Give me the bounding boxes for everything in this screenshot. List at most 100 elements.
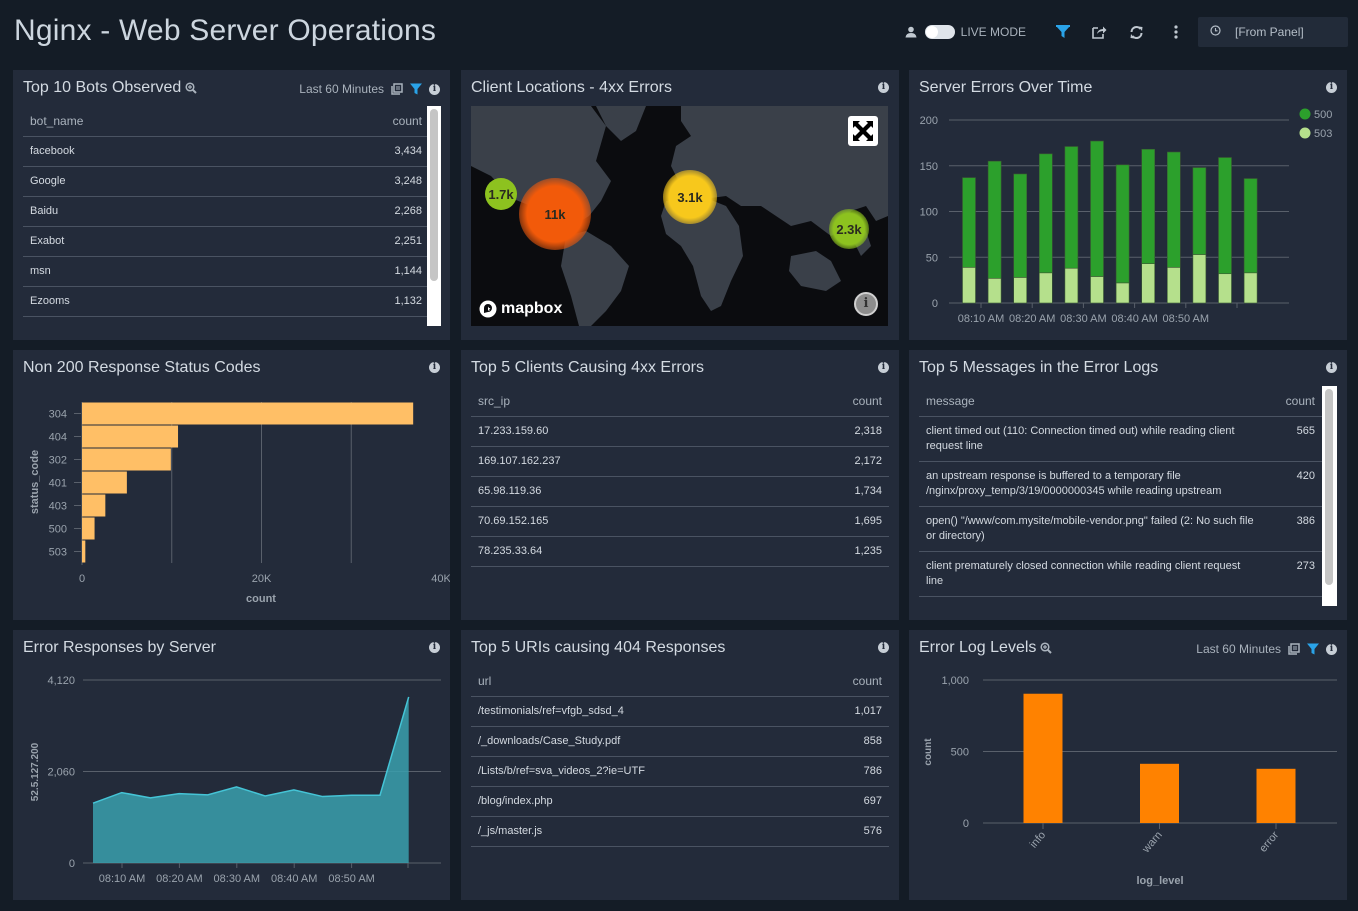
world-map[interactable]: 1.7k 11k 3.1k 2.3k mapbox i (471, 106, 888, 326)
mapbox-icon (479, 300, 497, 318)
more-vertical-icon[interactable] (1174, 25, 1178, 39)
y-tick-label: 404 (49, 432, 67, 444)
table-row[interactable]: /testimonials/ref=vfgb_sdsd_4 1,017 (471, 696, 889, 727)
cell-count: 1,144 (270, 256, 429, 287)
table-row[interactable]: an upstream response is buffered to a te… (919, 461, 1322, 507)
map-attribution-info-icon[interactable]: i (854, 292, 878, 316)
table-row[interactable]: 169.107.162.237 2,172 (471, 446, 889, 477)
info-icon[interactable]: i (429, 83, 440, 95)
map-cluster[interactable]: 3.1k (663, 170, 717, 224)
table-row[interactable]: 65.98.119.36 1,734 (471, 476, 889, 507)
bots-table: bot_name count facebook 3,434 Google 3,248 B… (23, 106, 429, 317)
table-row[interactable]: Exabot 2,251 (23, 226, 429, 257)
cell-ip: 78.235.33.64 (471, 536, 760, 567)
cell-name: Google (23, 166, 271, 197)
column-header[interactable]: count (1262, 386, 1322, 417)
table-row[interactable]: client prematurely closed connection whi… (919, 551, 1322, 597)
x-tick-label: 20K (252, 573, 272, 585)
panel-top-clients: Top 5 Clients Causing 4xx Errors i src_i… (461, 350, 899, 620)
filter-icon[interactable] (410, 83, 422, 95)
bar-info (1023, 693, 1063, 823)
cell-ip: 17.233.159.60 (471, 416, 760, 447)
info-icon[interactable]: i (1326, 362, 1337, 373)
x-tick-label: 08:40 AM (271, 873, 317, 885)
column-header[interactable]: src_ip (471, 386, 760, 417)
scrollbar-thumb[interactable] (430, 109, 438, 281)
column-header[interactable]: count (759, 386, 889, 417)
scrollbar[interactable] (1322, 386, 1337, 606)
live-mode-toggle[interactable] (924, 25, 955, 39)
fullscreen-button[interactable] (848, 116, 878, 146)
column-header[interactable]: count (808, 666, 889, 697)
time-range-picker[interactable]: [From Panel] (1198, 17, 1348, 47)
copy-icon[interactable] (391, 83, 403, 95)
info-icon[interactable]: i (878, 362, 889, 373)
table-row[interactable]: 17.233.159.60 2,318 (471, 416, 889, 447)
table-header-row: message count (919, 386, 1322, 417)
map-cluster[interactable]: 11k (519, 178, 591, 250)
bar-500 (1218, 157, 1232, 275)
info-icon[interactable]: i (878, 82, 889, 93)
cell-count: 2,172 (759, 446, 889, 477)
table-row[interactable]: Baidu 2,268 (23, 196, 429, 227)
table-row[interactable]: 78.235.33.64 1,235 (471, 536, 889, 567)
live-mode-label: LIVE MODE (960, 25, 1026, 39)
table-row[interactable]: 70.69.152.165 1,695 (471, 506, 889, 537)
cell-message: client timed out (110: Connection timed … (919, 416, 1262, 462)
table-row[interactable]: /_downloads/Case_Study.pdf 858 (471, 726, 889, 757)
cell-message: SSL_write() failed (SSL:) (32: Broken pi… (919, 596, 1262, 606)
map-cluster[interactable]: 2.3k (829, 209, 869, 249)
cell-name: facebook (23, 136, 271, 167)
y-axis-label: 52.5.127.200 (30, 742, 41, 801)
scrollbar[interactable] (427, 106, 441, 326)
table-row[interactable]: facebook 3,434 (23, 136, 429, 167)
table-row[interactable]: /blog/index.php 697 (471, 786, 889, 817)
y-tick-label: 304 (49, 409, 67, 421)
table-row[interactable]: SSL_write() failed (SSL:) (32: Broken pi… (919, 596, 1322, 606)
clients-table: src_ip count 17.233.159.60 2,318 169.107.1… (471, 386, 889, 567)
legend-label: 503 (1314, 128, 1332, 140)
cell-url: /_js/master.js (471, 816, 809, 847)
cluster-label: 2.3k (836, 221, 862, 237)
table-row[interactable]: client timed out (110: Connection timed … (919, 416, 1322, 462)
table-row[interactable]: Ezooms 1,132 (23, 286, 429, 317)
clock-icon (1210, 25, 1221, 39)
mapbox-logo[interactable]: mapbox (479, 300, 562, 318)
map-cluster[interactable]: 1.7k (485, 178, 517, 210)
cell-count: 858 (808, 726, 889, 757)
table-row[interactable]: /Lists/b/ref=sva_videos_2?ie=UTF 786 (471, 756, 889, 787)
table-row[interactable]: open() "/www/com.mysite/mobile-vendor.pn… (919, 506, 1322, 552)
status-codes-chart: 304 404 302 401 403 500 503 0 20K 40K count status_… (29, 402, 450, 605)
cell-ip: 70.69.152.165 (471, 506, 760, 537)
x-tick-label: info (1028, 829, 1049, 850)
bar-500 (1141, 148, 1155, 264)
cell-count: 386 (1262, 506, 1322, 552)
zoom-in-icon[interactable] (185, 82, 198, 94)
bar-503 (1090, 276, 1104, 304)
bar-503 (962, 267, 976, 304)
column-header[interactable]: count (270, 106, 429, 137)
bar-500 (1243, 178, 1258, 274)
y-tick-label: 0 (932, 298, 938, 310)
y-tick-label: 0 (963, 818, 969, 830)
column-header[interactable]: bot_name (23, 106, 271, 137)
column-header[interactable]: message (919, 386, 1262, 417)
cell-count: 697 (808, 786, 889, 817)
table-row[interactable]: msn 1,144 (23, 256, 429, 287)
scrollbar-thumb[interactable] (1325, 389, 1333, 585)
panel-error-messages: Top 5 Messages in the Error Logs i messa… (909, 350, 1347, 620)
cell-count: 3,248 (270, 166, 429, 197)
bar-500 (1192, 167, 1207, 255)
panel-top-uris: Top 5 URIs causing 404 Responses i url c… (461, 630, 899, 900)
table-row[interactable]: Google 3,248 (23, 166, 429, 197)
user-icon[interactable] (905, 26, 917, 38)
filter-icon[interactable] (1056, 25, 1070, 39)
share-icon[interactable] (1092, 25, 1107, 39)
cell-url: /_downloads/Case_Study.pdf (471, 726, 809, 757)
column-header[interactable]: url (471, 666, 809, 697)
panel-error-by-server: Error Responses by Server i 0 2,060 4,120 0… (13, 630, 450, 900)
refresh-icon[interactable] (1129, 25, 1144, 40)
table-row[interactable]: /_js/master.js 576 (471, 816, 889, 847)
info-icon[interactable]: i (878, 642, 889, 653)
header-toolbar: LIVE MODE [From Panel] (905, 17, 1348, 47)
